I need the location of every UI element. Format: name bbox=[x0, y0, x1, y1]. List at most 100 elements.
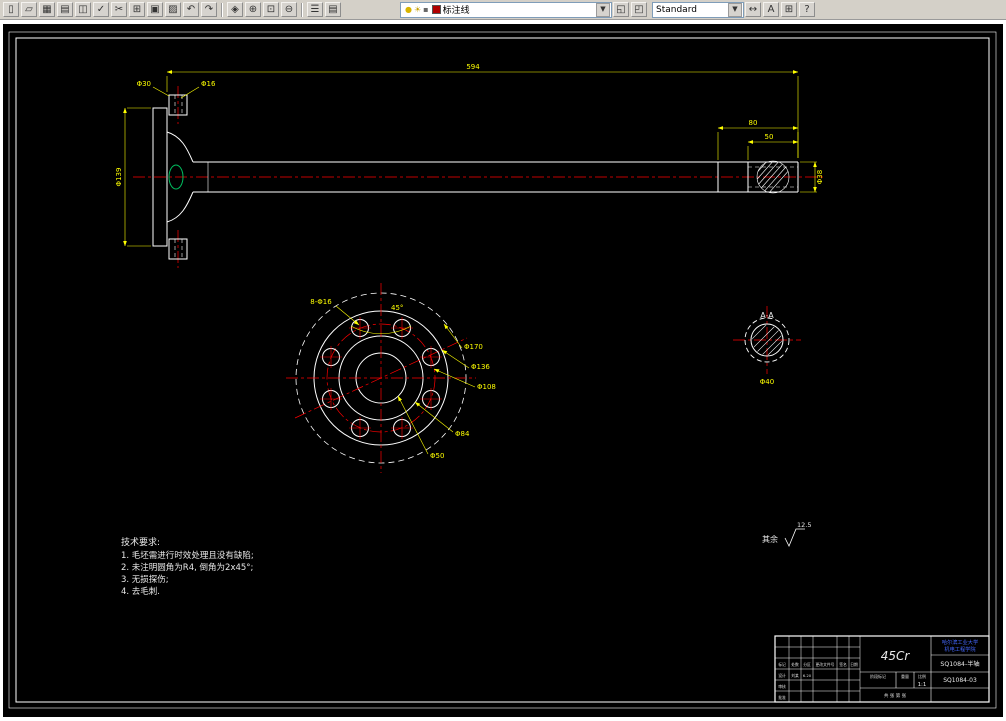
scale-row: 阶段标记 重量 比例 1:1 共 张 第 张 bbox=[870, 673, 926, 699]
zoom-previous-icon[interactable]: ⊖ bbox=[281, 2, 297, 17]
redo-icon[interactable]: ↷ bbox=[201, 2, 217, 17]
copy-icon[interactable]: ⊞ bbox=[129, 2, 145, 17]
dim-hole-angle: 45° bbox=[391, 304, 403, 312]
svg-text:处数: 处数 bbox=[791, 662, 799, 667]
paste-icon[interactable]: ▣ bbox=[147, 2, 163, 17]
table-style-icon[interactable]: ⊞ bbox=[781, 2, 797, 17]
tech-line: 2. 未注明圆角为R4, 倒角为2x45°; bbox=[121, 562, 253, 573]
svg-text:刘某: 刘某 bbox=[791, 673, 799, 678]
toolbar-separator bbox=[221, 2, 223, 17]
layer-states-icon[interactable]: ▤ bbox=[325, 2, 341, 17]
svg-text:审核: 审核 bbox=[778, 684, 786, 689]
layer-icon-group: ☰ ▤ bbox=[306, 2, 342, 17]
revision-labels: 标记 处数 分区 更改文件号 签名 日期 设计 刘某 6.20 审核 批准 bbox=[778, 662, 858, 700]
revision-table bbox=[775, 636, 861, 702]
dim-spline-length: 50 bbox=[765, 133, 774, 141]
svg-text:更改文件号: 更改文件号 bbox=[816, 662, 835, 667]
undo-icon[interactable]: ↶ bbox=[183, 2, 199, 17]
plot-preview-icon[interactable]: ◫ bbox=[75, 2, 91, 17]
dim-boss-diameter: Φ30 bbox=[137, 80, 151, 88]
school-name-line2: 机电工程学院 bbox=[944, 645, 976, 653]
svg-text:阶段标记: 阶段标记 bbox=[870, 673, 886, 679]
zoom-realtime-icon[interactable]: ⊕ bbox=[245, 2, 261, 17]
style-icon-group: ↔ A ⊞? bbox=[744, 2, 816, 17]
layer-tools-icon-group: ◱ ◰ bbox=[612, 2, 648, 17]
svg-text:设计: 设计 bbox=[778, 673, 786, 678]
scale-value: 1:1 bbox=[918, 682, 927, 688]
finish-value: 12.5 bbox=[797, 521, 811, 529]
section-view-aa: A-A Φ40 bbox=[733, 306, 801, 386]
sheets-label: 共 张 第 张 bbox=[884, 692, 907, 699]
surface-finish-note: 其余 12.5 bbox=[762, 521, 811, 547]
tech-line: 4. 去毛刺. bbox=[121, 586, 160, 597]
tech-line: 3. 无损探伤; bbox=[121, 574, 169, 585]
toolbar-separator bbox=[301, 2, 303, 17]
dim-bolt-circle: Φ108 bbox=[477, 383, 496, 391]
dim-bolt-holes: 8-Φ16 bbox=[310, 298, 332, 306]
main-toolbar: ▯ ▱ ▦ ▤ ◫ ✓ ✂ ⊞ ▣ ▨ ↶ ↷ ◈ ⊕ ⊡ ⊖ ☰ ▤ ● ☀ ▪ 标注线 ▼ ◱ ◰ Stan… bbox=[0, 0, 1006, 20]
dim-bore-diameter: Φ50 bbox=[430, 452, 444, 460]
shaft-side-view: 594 80 50 Φ38 Φ139 Φ30 Φ16 bbox=[115, 63, 824, 268]
title-block: 标记 处数 分区 更改文件号 签名 日期 设计 刘某 6.20 审核 批准 45… bbox=[774, 635, 990, 703]
part-name: SQ1084-半轴 bbox=[940, 660, 979, 668]
help-icon[interactable]: ? bbox=[799, 2, 815, 17]
save-icon[interactable]: ▦ bbox=[39, 2, 55, 17]
paper-frame bbox=[8, 31, 997, 709]
layer-color-chip[interactable] bbox=[431, 5, 441, 14]
shaft-dimensions: 594 80 50 Φ38 Φ139 Φ30 Φ16 bbox=[115, 63, 824, 247]
match-properties-icon[interactable]: ▨ bbox=[165, 2, 181, 17]
chevron-down-icon[interactable]: ▼ bbox=[728, 2, 742, 17]
layer-lock-icon[interactable]: ▪ bbox=[423, 3, 428, 17]
file-edit-icon-group: ▯ ▱ ▦ ▤ ◫ ✓ ✂ ⊞ ▣ ▨ ↶ ↷ bbox=[2, 2, 218, 17]
cut-icon[interactable]: ✂ bbox=[111, 2, 127, 17]
svg-text:重量: 重量 bbox=[901, 673, 909, 679]
drawing-number: SQ1084-03 bbox=[943, 677, 977, 684]
material-label: 45Cr bbox=[881, 649, 911, 663]
school-name-line1: 哈尔滨工业大学 bbox=[942, 638, 978, 646]
open-icon[interactable]: ▱ bbox=[21, 2, 37, 17]
flange-front-view: 8-Φ16 45° Φ170 Φ136 Φ108 Φ84 Φ50 bbox=[286, 283, 496, 473]
dim-outer-diameter: Φ170 bbox=[464, 343, 483, 351]
svg-text:比例: 比例 bbox=[918, 673, 926, 679]
style-dropdown-value[interactable]: Standard bbox=[656, 5, 725, 15]
layer-on-icon[interactable]: ● bbox=[405, 3, 412, 17]
dim-step-length: 80 bbox=[749, 119, 758, 127]
tech-line: 1. 毛坯需进行时效处理且没有缺陷; bbox=[121, 550, 254, 561]
dim-flange-diameter: Φ136 bbox=[471, 363, 490, 371]
finish-prefix: 其余 bbox=[762, 534, 778, 544]
dim-total-length: 594 bbox=[466, 63, 480, 71]
svg-text:6.20: 6.20 bbox=[803, 673, 812, 678]
style-dropdown[interactable]: Standard ▼ bbox=[652, 1, 744, 18]
zoom-icon-group: ◈ ⊕ ⊡ ⊖ bbox=[226, 2, 298, 17]
new-icon[interactable]: ▯ bbox=[3, 2, 19, 17]
dim-end-diameter: Φ38 bbox=[816, 170, 824, 184]
cad-drawing: 594 80 50 Φ38 Φ139 Φ30 Φ16 8-Φ16 45° Φ17… bbox=[8, 31, 997, 709]
dim-flange-diameter: Φ139 bbox=[115, 168, 123, 187]
layer-dropdown[interactable]: ● ☀ ▪ 标注线 ▼ bbox=[400, 1, 612, 18]
layer-dropdown-value[interactable]: 标注线 bbox=[443, 3, 593, 16]
dim-spline-diameter: Φ40 bbox=[760, 378, 774, 386]
flange-dimensions: 8-Φ16 45° Φ170 Φ136 Φ108 Φ84 Φ50 bbox=[310, 298, 496, 460]
dim-hub-diameter: Φ84 bbox=[455, 430, 470, 438]
roughness-icon bbox=[784, 528, 805, 547]
layer-previous-icon[interactable]: ◰ bbox=[631, 2, 647, 17]
dim-style-icon[interactable]: ↔ bbox=[745, 2, 761, 17]
svg-text:签名: 签名 bbox=[839, 662, 847, 667]
svg-text:批准: 批准 bbox=[778, 695, 786, 700]
zoom-window-icon[interactable]: ⊡ bbox=[263, 2, 279, 17]
layer-thaw-icon[interactable]: ☀ bbox=[414, 3, 421, 17]
technical-requirements: 技术要求: 1. 毛坯需进行时效处理且没有缺陷; 2. 未注明圆角为R4, 倒角… bbox=[121, 536, 254, 597]
pan-icon[interactable]: ◈ bbox=[227, 2, 243, 17]
make-object-layer-current-icon[interactable]: ◱ bbox=[613, 2, 629, 17]
text-style-icon[interactable]: A bbox=[763, 2, 779, 17]
svg-text:标记: 标记 bbox=[778, 662, 786, 667]
dim-boss-hole: Φ16 bbox=[201, 80, 216, 88]
drawing-canvas[interactable]: 594 80 50 Φ38 Φ139 Φ30 Φ16 8-Φ16 45° Φ17… bbox=[3, 24, 1003, 717]
plot-icon[interactable]: ▤ bbox=[57, 2, 73, 17]
layer-properties-icon[interactable]: ☰ bbox=[307, 2, 323, 17]
svg-text:分区: 分区 bbox=[803, 662, 811, 667]
svg-text:日期: 日期 bbox=[850, 662, 858, 667]
spell-check-icon[interactable]: ✓ bbox=[93, 2, 109, 17]
chevron-down-icon[interactable]: ▼ bbox=[596, 2, 610, 17]
tech-title: 技术要求: bbox=[121, 536, 160, 548]
